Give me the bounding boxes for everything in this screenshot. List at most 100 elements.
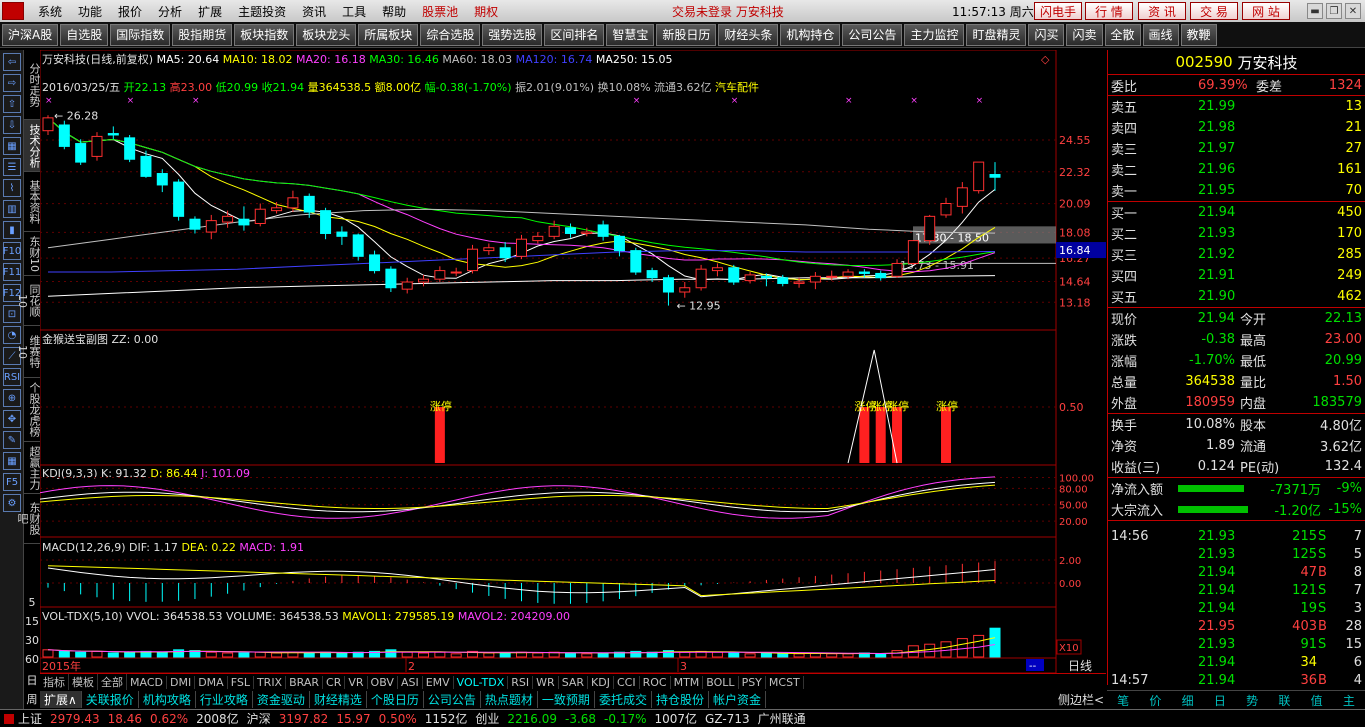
f11-icon[interactable]: F11 xyxy=(3,263,21,281)
period-num-4[interactable]: 日 xyxy=(24,672,40,691)
left-tab-8[interactable]: 东财股吧 xyxy=(16,494,41,544)
indicator-tab-4[interactable]: DMI xyxy=(167,675,196,689)
right-tab-3[interactable]: 日 xyxy=(1204,692,1236,709)
indicator-tab-17[interactable]: SAR xyxy=(559,675,589,689)
menu-item-6[interactable]: 资讯 xyxy=(294,3,334,20)
toolbar-button-10[interactable]: 智慧宝 xyxy=(606,23,655,46)
indicator-tab-21[interactable]: MTM xyxy=(671,675,704,689)
menu-red-item-0[interactable]: 股票池 xyxy=(414,3,466,20)
menu-item-3[interactable]: 分析 xyxy=(150,3,190,20)
f5-icon[interactable]: F5 xyxy=(3,473,21,491)
top-right-button-0[interactable]: 闪电手 xyxy=(1034,2,1082,20)
toolbar-button-9[interactable]: 区间排名 xyxy=(544,23,605,46)
toolbar-button-6[interactable]: 所属板块 xyxy=(358,23,419,46)
toolbar-button-14[interactable]: 公司公告 xyxy=(842,23,903,46)
period-num-2[interactable]: 30 xyxy=(24,634,40,653)
left-tab-0[interactable]: 分时走势 xyxy=(24,50,41,120)
indicator-tab-10[interactable]: VR xyxy=(345,675,368,689)
period-num-3[interactable]: 60 xyxy=(24,653,40,672)
indicator-tab-11[interactable]: OBV xyxy=(368,675,398,689)
toolbar-button-11[interactable]: 新股日历 xyxy=(656,23,717,46)
bottom-tab-11[interactable]: 持仓股份 xyxy=(652,690,709,708)
toolbar-button-8[interactable]: 强势选股 xyxy=(482,23,543,46)
pie-icon[interactable]: ◔ xyxy=(3,326,21,344)
toolbar-button-13[interactable]: 机构持仓 xyxy=(780,23,841,46)
bottom-tab-8[interactable]: 热点题材 xyxy=(481,690,538,708)
toolbar-button-15[interactable]: 主力监控 xyxy=(904,23,965,46)
indicator-tab-13[interactable]: EMV xyxy=(423,675,454,689)
left-tab-3[interactable]: 东财10 xyxy=(24,232,41,276)
bottom-tab-1[interactable]: 关联报价 xyxy=(82,690,139,708)
indicator-tab-9[interactable]: CR xyxy=(323,675,346,689)
sidebar-toggle[interactable]: 侧边栏< xyxy=(1058,691,1104,708)
bottom-tab-7[interactable]: 公司公告 xyxy=(424,690,481,708)
grid-small-icon[interactable]: ▦ xyxy=(3,452,21,470)
indicator-tab-23[interactable]: PSY xyxy=(739,675,766,689)
period-label[interactable]: 日线 xyxy=(1068,659,1092,673)
menu-item-4[interactable]: 扩展 xyxy=(190,3,230,20)
left-tab-4[interactable]: 同花顺10 xyxy=(16,276,41,326)
right-tab-0[interactable]: 笔 xyxy=(1107,692,1139,709)
arrow-down-icon[interactable]: ⇩ xyxy=(3,116,21,134)
toolbar-button-7[interactable]: 综合选股 xyxy=(420,23,481,46)
indicator-tab-3[interactable]: MACD xyxy=(127,675,167,689)
arrow-up-icon[interactable]: ⇧ xyxy=(3,95,21,113)
period-num-5[interactable]: 周 xyxy=(24,691,40,710)
menu-item-0[interactable]: 系统 xyxy=(30,3,70,20)
indicator-tab-6[interactable]: FSL xyxy=(228,675,254,689)
grid-icon[interactable]: ▦ xyxy=(3,137,21,155)
arrow-right-icon[interactable]: ⇨ xyxy=(3,74,21,92)
pen-icon[interactable]: ✎ xyxy=(3,431,21,449)
restore-icon[interactable]: ❐ xyxy=(1326,3,1342,19)
top-right-button-4[interactable]: 网 站 xyxy=(1242,2,1290,20)
indicator-tab-16[interactable]: WR xyxy=(533,675,559,689)
diamond-icon[interactable]: ◇ xyxy=(1041,53,1050,66)
indicator-tab-2[interactable]: 全部 xyxy=(98,674,127,690)
toolbar-button-19[interactable]: 全散 xyxy=(1104,23,1141,46)
menu-item-8[interactable]: 帮助 xyxy=(374,3,414,20)
indicator-tab-1[interactable]: 模板 xyxy=(69,674,98,690)
right-tab-6[interactable]: 值 xyxy=(1301,692,1333,709)
top-right-button-1[interactable]: 行 情 xyxy=(1085,2,1133,20)
menu-red-item-1[interactable]: 期权 xyxy=(466,3,506,20)
period-num-1[interactable]: 15 xyxy=(24,615,40,634)
toolbar-button-1[interactable]: 自选股 xyxy=(60,23,109,46)
indicator-tab-12[interactable]: ASI xyxy=(398,675,423,689)
left-tab-5[interactable]: 维赛特10 xyxy=(16,326,41,378)
bottom-tab-4[interactable]: 资金驱动 xyxy=(253,690,310,708)
close-icon[interactable]: ✕ xyxy=(1345,3,1361,19)
bottom-tab-5[interactable]: 财经精选 xyxy=(310,690,367,708)
bottom-tab-10[interactable]: 委托成交 xyxy=(595,690,652,708)
kline-chart[interactable]: 24.5522.3220.0918.0816.2714.6413.1816.84… xyxy=(40,50,1106,685)
indicator-tab-18[interactable]: KDJ xyxy=(588,675,614,689)
toolbar-button-4[interactable]: 板块指数 xyxy=(234,23,295,46)
chip-icon[interactable]: ⊡ xyxy=(3,305,21,323)
right-tab-4[interactable]: 势 xyxy=(1236,692,1268,709)
settings-icon[interactable]: ⚙ xyxy=(3,494,21,512)
left-tab-7[interactable]: 超赢主力 xyxy=(24,442,41,494)
line-chart-icon[interactable]: ⌇ xyxy=(3,179,21,197)
toolbar-button-0[interactable]: 沪深A股 xyxy=(2,23,59,46)
indicator-tab-24[interactable]: MCST xyxy=(766,675,804,689)
bottom-tab-12[interactable]: 帐户资金 xyxy=(709,690,766,708)
left-tab-6[interactable]: 个股龙虎榜 xyxy=(24,378,41,442)
indicator-tab-22[interactable]: BOLL xyxy=(703,675,739,689)
zoom-icon[interactable]: ⊕ xyxy=(3,389,21,407)
top-right-button-2[interactable]: 资 讯 xyxy=(1138,2,1186,20)
left-tab-2[interactable]: 基本资料 xyxy=(24,172,41,232)
indicator-tab-5[interactable]: DMA xyxy=(195,675,228,689)
right-tab-7[interactable]: 主 xyxy=(1333,692,1365,709)
rsi-icon[interactable]: RSI xyxy=(3,368,21,386)
bottom-tab-6[interactable]: 个股日历 xyxy=(367,690,424,708)
indicator-tab-15[interactable]: RSI xyxy=(508,675,534,689)
menu-item-7[interactable]: 工具 xyxy=(334,3,374,20)
toolbar-button-20[interactable]: 画线 xyxy=(1142,23,1179,46)
indicator-tab-0[interactable]: 指标 xyxy=(40,674,69,690)
indicator-tab-7[interactable]: TRIX xyxy=(254,675,287,689)
bottom-tab-9[interactable]: 一致预期 xyxy=(538,690,595,708)
toolbar-button-16[interactable]: 盯盘精灵 xyxy=(966,23,1027,46)
top-right-button-3[interactable]: 交 易 xyxy=(1190,2,1238,20)
arrow-left-icon[interactable]: ⇦ xyxy=(3,53,21,71)
list-icon[interactable]: ☰ xyxy=(3,158,21,176)
indicator-tab-20[interactable]: ROC xyxy=(640,675,671,689)
